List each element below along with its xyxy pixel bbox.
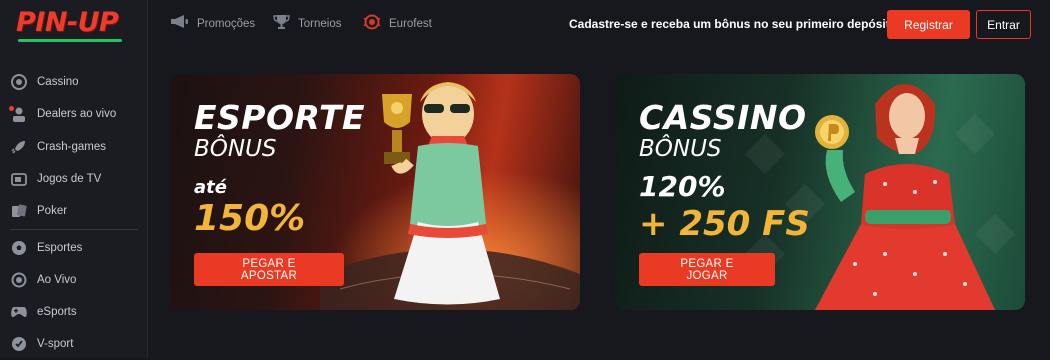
nav-label: Torneios xyxy=(298,18,342,30)
trophy-icon xyxy=(273,14,290,35)
pin-up-logo[interactable]: PIN-UP xyxy=(16,8,126,42)
banner-subtitle: BÔNUS xyxy=(194,136,277,162)
banner-title: ESPORTE xyxy=(194,98,366,137)
sidebar-item-crash-games[interactable]: Crash-games xyxy=(0,131,147,163)
get-and-bet-button[interactable]: PEGAR E APOSTAR xyxy=(194,253,344,286)
dealer-icon xyxy=(10,105,28,123)
top-bar: Promoções Torneios Eurofest Cadastre-se … xyxy=(148,0,1050,50)
sidebar-item-ao-vivo[interactable]: Ao Vivo xyxy=(0,264,147,296)
nav-label: Promoções xyxy=(197,18,256,30)
sidebar-item-label: Esportes xyxy=(37,242,83,254)
sidebar: PIN-UP Cassino Dealers ao vivo Crash-gam… xyxy=(0,0,148,358)
nav-label: Eurofest xyxy=(389,18,432,30)
sidebar-item-label: Jogos de TV xyxy=(37,173,102,185)
sidebar-item-esports[interactable]: eSports xyxy=(0,296,147,328)
banner-free-spins: + 250 FS xyxy=(639,204,810,244)
banner-prefix: até xyxy=(194,177,227,198)
sidebar-item-label: V-sport xyxy=(37,338,74,350)
get-and-play-button[interactable]: PEGAR E JOGAR xyxy=(639,253,775,286)
casino-chip-icon xyxy=(10,73,28,91)
login-button[interactable]: Entrar xyxy=(976,10,1031,39)
nav-promocoes[interactable]: Promoções xyxy=(170,14,255,34)
sidebar-item-label: Poker xyxy=(37,205,68,217)
sidebar-item-esportes[interactable]: Esportes xyxy=(0,232,147,264)
rocket-icon xyxy=(10,138,28,156)
live-icon xyxy=(10,271,28,289)
gamepad-icon xyxy=(10,303,28,321)
virtual-sport-icon xyxy=(10,335,28,353)
sport-bonus-banner[interactable]: ESPORTE BÔNUS até 150% PEGAR E APOSTAR xyxy=(170,74,580,310)
megaphone-icon xyxy=(170,14,189,34)
register-button[interactable]: Registrar xyxy=(887,10,970,39)
eurofest-icon xyxy=(363,14,381,35)
casino-bonus-banner[interactable]: CASSINO BÔNUS 120% + 250 FS PEGAR E JOGA… xyxy=(615,74,1025,310)
sidebar-item-tv-games[interactable]: Jogos de TV xyxy=(0,163,147,195)
sidebar-item-label: Dealers ao vivo xyxy=(37,108,117,120)
banner-bonus-amount: 120% xyxy=(639,170,726,203)
cards-icon xyxy=(10,202,28,220)
sidebar-divider xyxy=(10,229,138,230)
logo-text: PIN-UP xyxy=(16,7,119,38)
logo-underline xyxy=(18,39,122,42)
tv-icon xyxy=(10,170,28,188)
banner-title: CASSINO xyxy=(639,98,807,137)
banner-bonus-amount: 150% xyxy=(194,198,306,239)
sidebar-item-label: eSports xyxy=(37,306,77,318)
sidebar-item-poker[interactable]: Poker xyxy=(0,195,147,227)
signup-promo-text: Cadastre-se e receba um bônus no seu pri… xyxy=(569,17,898,31)
sidebar-item-label: Cassino xyxy=(37,76,79,88)
banner-subtitle: BÔNUS xyxy=(639,136,722,162)
sidebar-item-label: Crash-games xyxy=(37,141,107,153)
sidebar-item-cassino[interactable]: Cassino xyxy=(0,66,147,98)
sidebar-item-label: Ao Vivo xyxy=(37,274,77,286)
soccer-ball-icon xyxy=(10,239,28,257)
sidebar-item-v-sport[interactable]: V-sport xyxy=(0,328,147,360)
nav-torneios[interactable]: Torneios xyxy=(273,14,341,34)
nav-eurofest[interactable]: Eurofest xyxy=(363,14,432,34)
sidebar-item-dealers[interactable]: Dealers ao vivo xyxy=(0,98,147,130)
